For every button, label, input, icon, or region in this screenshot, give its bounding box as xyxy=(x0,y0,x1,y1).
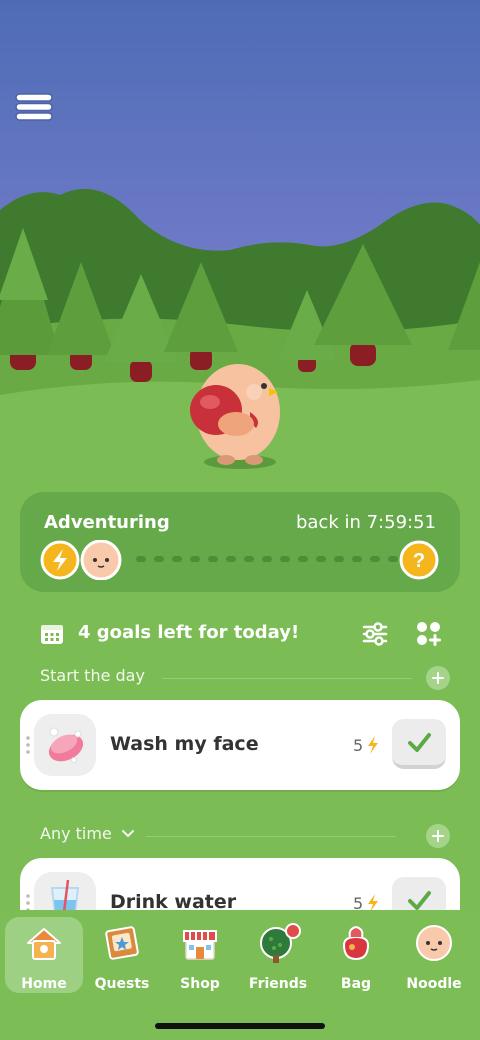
tab-home[interactable]: Home xyxy=(5,917,83,993)
noodle-avatar-icon xyxy=(80,539,122,581)
tab-label: Friends xyxy=(248,976,308,992)
tab-label: Noodle xyxy=(406,976,462,992)
add-goal-button[interactable] xyxy=(426,666,450,690)
tab-label: Shop xyxy=(180,976,220,992)
divider xyxy=(162,678,412,679)
grid-plus-icon[interactable] xyxy=(416,621,442,647)
tab-label: Home xyxy=(21,976,67,992)
sliders-icon[interactable] xyxy=(362,622,388,646)
adventure-title: Adventuring xyxy=(44,512,170,533)
bottom-tab-bar: Home Quests Shop Friends Bag Noodle xyxy=(0,910,480,1040)
tab-bag[interactable]: Bag xyxy=(317,917,395,993)
tab-label: Quests xyxy=(94,976,150,992)
calendar-icon xyxy=(41,625,63,644)
energy-value: 5 xyxy=(353,736,364,755)
checkmark-icon xyxy=(408,733,431,752)
add-goal-button[interactable] xyxy=(426,824,450,848)
house-icon xyxy=(27,928,61,960)
task-energy: 5 xyxy=(353,736,378,755)
notification-badge-icon xyxy=(285,923,301,939)
task-name: Wash my face xyxy=(110,733,259,755)
tab-shop[interactable]: Shop xyxy=(161,917,239,993)
adventure-card[interactable]: Adventuring back in 7:59:51 ? xyxy=(20,492,460,592)
chevron-down-icon[interactable] xyxy=(121,829,135,839)
hamburger-icon xyxy=(15,93,53,121)
section-label: Start the day xyxy=(40,666,145,685)
tab-friends[interactable]: Friends xyxy=(239,917,317,993)
goals-summary-text: 4 goals left for today! xyxy=(78,622,300,643)
section-header-start-the-day: Start the day xyxy=(40,666,450,690)
tree-icon xyxy=(260,923,301,963)
complete-task-button[interactable] xyxy=(392,719,446,769)
menu-button[interactable] xyxy=(14,90,54,124)
tab-quests[interactable]: Quests xyxy=(83,917,161,993)
tab-noodle[interactable]: Noodle xyxy=(395,917,473,993)
home-indicator[interactable] xyxy=(155,1023,325,1029)
bag-icon xyxy=(342,925,370,961)
shop-icon xyxy=(183,930,217,960)
soap-icon xyxy=(34,714,96,776)
tab-label: Bag xyxy=(340,976,372,992)
divider xyxy=(146,836,396,837)
adventure-progress-track: ? xyxy=(40,539,440,581)
section-label: Any time xyxy=(40,824,135,843)
lightning-icon xyxy=(40,540,80,580)
section-header-any-time[interactable]: Any time xyxy=(40,824,450,848)
lightning-icon xyxy=(368,736,378,754)
track-dots xyxy=(136,556,416,562)
question-mark-icon: ? xyxy=(399,540,439,580)
svg-text:?: ? xyxy=(413,550,425,572)
adventure-return-time: back in 7:59:51 xyxy=(295,512,436,533)
quest-board-icon xyxy=(105,926,139,960)
noodle-face-icon xyxy=(416,925,452,961)
adventure-scene xyxy=(0,0,480,500)
drag-handle-icon[interactable] xyxy=(26,736,30,754)
task-card-wash-my-face[interactable]: Wash my face 5 xyxy=(20,700,460,790)
goals-summary-row: 4 goals left for today! xyxy=(40,620,450,648)
